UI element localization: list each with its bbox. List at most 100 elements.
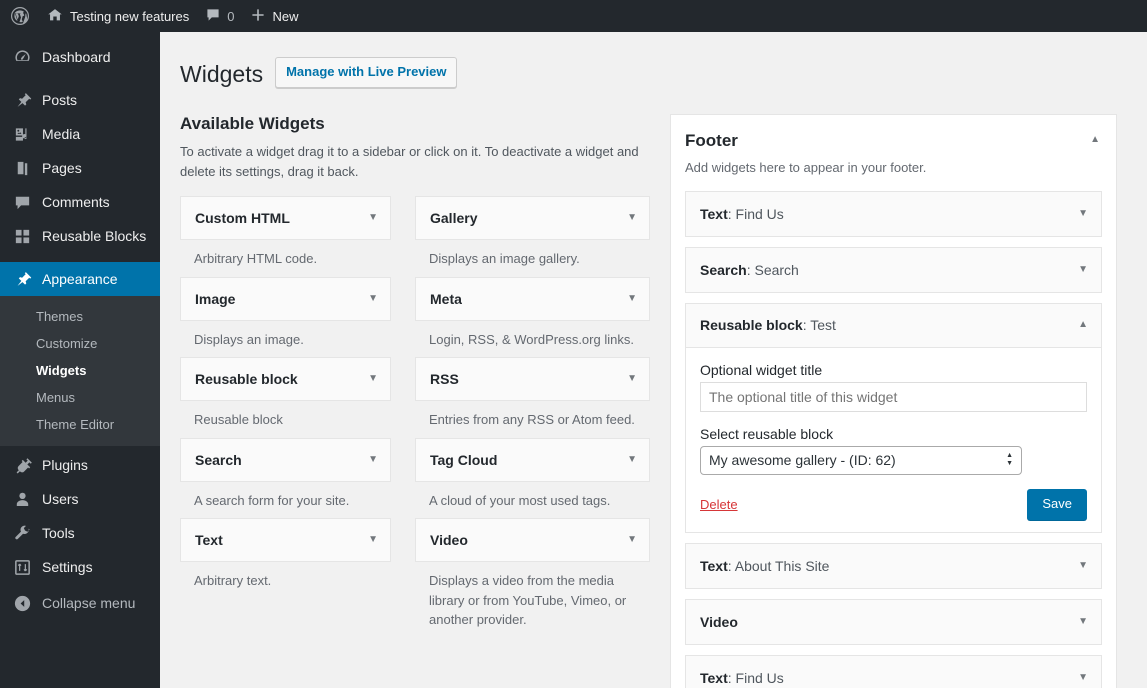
- widget-description: Reusable block: [194, 412, 283, 428]
- available-widget-cell: RSS ▼ Entries from any RSS or Atom feed.: [415, 357, 650, 430]
- submenu-item-themes[interactable]: Themes: [0, 303, 160, 330]
- chevron-down-icon[interactable]: ▼: [1078, 673, 1088, 683]
- wrench-icon: [12, 523, 32, 543]
- sidebar-item-appearance[interactable]: Appearance: [0, 262, 168, 296]
- available-widget-reusable-block[interactable]: Reusable block ▼: [180, 357, 391, 402]
- chevron-down-icon[interactable]: ▼: [368, 374, 378, 384]
- select-stepper-arrows-icon: ▲ ▼: [1006, 452, 1013, 467]
- chevron-up-icon[interactable]: ▲: [1078, 320, 1088, 330]
- sidebar-label-reusable-blocks: Reusable Blocks: [42, 228, 147, 244]
- chevron-down-icon[interactable]: ▼: [627, 293, 637, 304]
- submenu-item-theme-editor[interactable]: Theme Editor: [0, 411, 160, 438]
- chevron-down-icon[interactable]: ▼: [627, 213, 637, 223]
- select-reusable-block-dropdown[interactable]: My awesome gallery - (ID: 62): [700, 445, 1022, 475]
- save-widget-button[interactable]: Save: [1027, 488, 1087, 521]
- media-icon: [12, 124, 32, 144]
- sidebar-label-settings: Settings: [42, 559, 93, 575]
- new-content-button[interactable]: New: [242, 0, 306, 32]
- sidebar-item-pages[interactable]: Pages: [0, 151, 160, 185]
- available-widget-rss[interactable]: RSS ▼: [415, 357, 650, 402]
- widget-title-field-group: Optional widget title: [700, 362, 1087, 412]
- dashboard-icon: [12, 47, 32, 67]
- widget-name: Search: [195, 451, 242, 468]
- sidebar-item-comments[interactable]: Comments: [0, 185, 160, 219]
- available-widget-text[interactable]: Text ▼: [180, 518, 391, 563]
- widget-title: Find Us: [735, 205, 784, 222]
- widget-header[interactable]: Text: Find Us ▼: [686, 191, 1101, 236]
- chevron-down-icon[interactable]: ▼: [1078, 561, 1088, 571]
- widget-description: Displays a video from the media library …: [429, 573, 627, 628]
- sidebar-item-media[interactable]: Media: [0, 117, 160, 151]
- chevron-down-icon[interactable]: ▼: [368, 213, 378, 223]
- submenu-item-menus[interactable]: Menus: [0, 384, 160, 411]
- chevron-up-icon[interactable]: ▲: [1088, 130, 1102, 149]
- widgets-columns: Available Widgets To activate a widget d…: [180, 113, 1127, 688]
- widget-title: Search: [754, 261, 799, 278]
- widget-type: Search: [700, 261, 747, 278]
- sidebar-item-plugins[interactable]: Plugins: [0, 448, 160, 482]
- available-widget-meta[interactable]: Meta ▼: [415, 276, 650, 321]
- available-widget-video[interactable]: Video ▼: [415, 518, 650, 563]
- optional-widget-title-label: Optional widget title: [700, 361, 823, 378]
- select-reusable-block-wrap: My awesome gallery - (ID: 62) ▲ ▼: [700, 445, 1022, 475]
- optional-widget-title-input[interactable]: [700, 381, 1087, 412]
- plus-icon: [250, 7, 266, 26]
- chevron-down-icon[interactable]: ▼: [1078, 264, 1088, 275]
- widget-header[interactable]: Text: About This Site ▼: [686, 544, 1101, 589]
- chevron-down-icon[interactable]: ▼: [627, 454, 637, 465]
- sidebar-item-tools[interactable]: Tools: [0, 516, 160, 550]
- sidebar-widget-text-find-us-2: Text: Find Us ▼: [685, 655, 1102, 688]
- collapse-arrow-icon: [12, 593, 32, 613]
- blocks-grid-icon: [12, 226, 32, 246]
- sidebar-item-reusable-blocks[interactable]: Reusable Blocks: [0, 219, 160, 253]
- available-widget-cell: Tag Cloud ▼ A cloud of your most used ta…: [415, 437, 650, 511]
- chevron-down-icon[interactable]: ▼: [627, 374, 637, 384]
- widget-type: Video: [700, 614, 738, 631]
- manage-with-live-preview-button[interactable]: Manage with Live Preview: [275, 56, 458, 89]
- settings-sliders-icon: [12, 557, 32, 577]
- widget-description: A search form for your site.: [194, 492, 350, 508]
- site-name-button[interactable]: Testing new features: [38, 0, 197, 32]
- available-widgets-description: To activate a widget drag it to a sideba…: [180, 143, 639, 180]
- submenu-item-widgets[interactable]: Widgets: [0, 357, 160, 384]
- widget-header[interactable]: Text: Find Us ▼: [686, 656, 1101, 688]
- sidebar-label-tools: Tools: [42, 525, 75, 541]
- main-content: Widgets Manage with Live Preview Availab…: [160, 32, 1147, 688]
- available-widget-image[interactable]: Image ▼: [180, 276, 391, 321]
- available-widget-custom-html[interactable]: Custom HTML ▼: [180, 196, 391, 241]
- delete-widget-link[interactable]: Delete: [700, 497, 738, 512]
- sidebar-widget-video: Video ▼: [685, 599, 1102, 646]
- chevron-down-icon[interactable]: ▼: [368, 293, 378, 304]
- sidebar-label-appearance: Appearance: [42, 271, 118, 287]
- available-widget-tag-cloud[interactable]: Tag Cloud ▼: [415, 437, 650, 482]
- submenu-item-customize[interactable]: Customize: [0, 330, 160, 357]
- widget-description: Displays an image gallery.: [429, 251, 580, 267]
- sidebar-item-users[interactable]: Users: [0, 482, 160, 516]
- available-widget-cell: Text ▼ Arbitrary text.: [180, 518, 415, 630]
- chevron-down-icon[interactable]: ▼: [627, 535, 637, 545]
- widget-title-sep: :: [727, 205, 736, 222]
- available-widget-search[interactable]: Search ▼: [180, 437, 391, 482]
- widget-title-line: Video: [700, 614, 1078, 630]
- collapse-menu-button[interactable]: Collapse menu: [0, 586, 160, 620]
- chevron-down-icon[interactable]: ▼: [368, 454, 378, 465]
- sidebar-item-dashboard[interactable]: Dashboard: [0, 40, 160, 74]
- chevron-down-icon[interactable]: ▼: [368, 535, 378, 545]
- widget-description: A cloud of your most used tags.: [429, 492, 611, 508]
- sidebar-item-posts[interactable]: Posts: [0, 83, 160, 117]
- chevron-down-icon[interactable]: ▼: [1078, 208, 1088, 219]
- widget-header[interactable]: Video ▼: [686, 600, 1101, 645]
- widget-header[interactable]: Search: Search ▼: [686, 247, 1101, 292]
- available-widget-gallery[interactable]: Gallery ▼: [415, 196, 650, 241]
- sidebar-widget-text-about-this-site: Text: About This Site ▼: [685, 543, 1102, 590]
- widget-name: Text: [195, 532, 223, 549]
- chevron-down-icon[interactable]: ▼: [1078, 617, 1088, 627]
- comments-button[interactable]: 0: [197, 0, 242, 32]
- sidebar-item-settings[interactable]: Settings: [0, 550, 160, 584]
- widget-title: Find Us: [735, 670, 784, 687]
- widget-title: Test: [810, 317, 836, 334]
- widget-title-sep: :: [727, 670, 736, 687]
- widget-header[interactable]: Reusable block: Test ▲: [686, 303, 1101, 348]
- wordpress-logo-button[interactable]: [0, 0, 38, 32]
- widget-type: Text: [700, 670, 728, 687]
